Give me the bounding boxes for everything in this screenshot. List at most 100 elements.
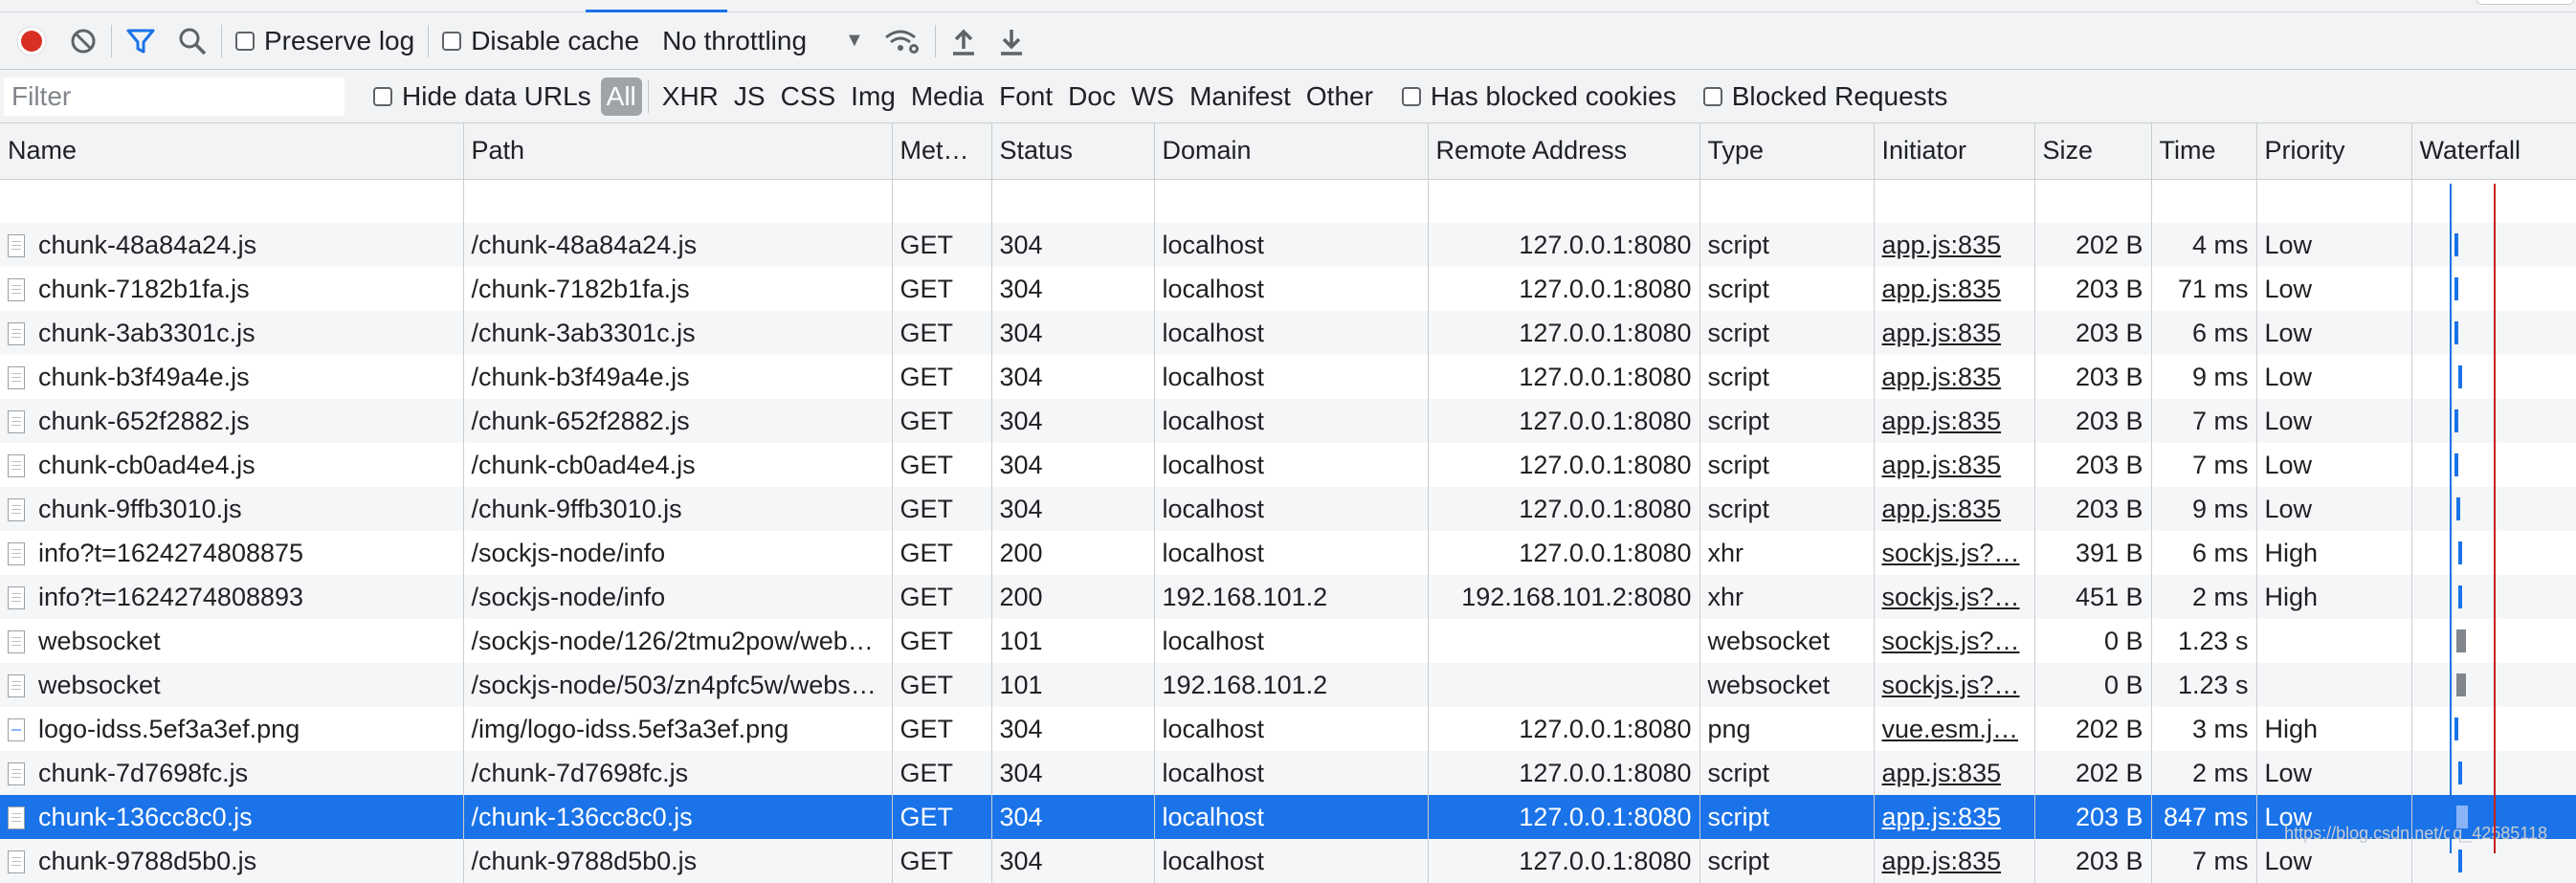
has-blocked-cookies-label: Has blocked cookies — [1431, 81, 1677, 112]
initiator-link[interactable]: app.js:835 — [1882, 759, 2002, 787]
column-header[interactable]: Path — [463, 123, 892, 179]
column-header[interactable]: Name — [0, 123, 463, 179]
initiator-link[interactable]: app.js:835 — [1882, 495, 2002, 523]
cell-name: chunk-b3f49a4e.js — [0, 355, 463, 399]
panel-tab-stub[interactable] — [2476, 0, 2574, 5]
initiator-link[interactable]: sockjs.js?… — [1882, 627, 2020, 655]
filter-bar: Hide data URLs All XHR JS CSS Img Media … — [0, 70, 2576, 123]
table-row[interactable]: chunk-cb0ad4e4.js/chunk-cb0ad4e4.jsGET30… — [0, 443, 2576, 487]
column-header[interactable]: Priority — [2256, 123, 2411, 179]
column-header[interactable]: Status — [991, 123, 1154, 179]
cell-type: script — [1699, 751, 1874, 795]
preserve-log-checkbox[interactable]: Preserve log — [235, 26, 414, 56]
table-row[interactable]: info?t=1624274808875/sockjs-node/infoGET… — [0, 531, 2576, 575]
column-header[interactable]: Type — [1699, 123, 1874, 179]
type-filter-ws[interactable]: WS — [1123, 81, 1182, 112]
network-toolbar: Preserve log Disable cache No throttling… — [0, 12, 2576, 70]
column-header[interactable]: Met… — [892, 123, 991, 179]
table-row[interactable]: info?t=1624274808893/sockjs-node/infoGET… — [0, 575, 2576, 619]
file-icon — [8, 674, 25, 697]
table-row[interactable]: logo-idss.5ef3a3ef.png/img/logo-idss.5ef… — [0, 707, 2576, 751]
type-filter-js[interactable]: JS — [726, 81, 773, 112]
type-filter-css[interactable]: CSS — [773, 81, 844, 112]
type-filter-all[interactable]: All — [601, 77, 642, 116]
throttling-select[interactable]: No throttling ▼ — [662, 26, 864, 56]
table-cell — [991, 179, 1154, 223]
initiator-link[interactable]: vue.esm.j… — [1882, 715, 2019, 743]
cell-time: 7 ms — [2151, 443, 2256, 487]
checkbox-box[interactable] — [373, 87, 392, 106]
initiator-link[interactable]: sockjs.js?… — [1882, 539, 2020, 567]
type-filter-img[interactable]: Img — [843, 81, 903, 112]
record-icon[interactable] — [15, 25, 48, 57]
table-row[interactable]: websocket/sockjs-node/503/zn4pfc5w/webs…… — [0, 663, 2576, 707]
cell-path: /chunk-3ab3301c.js — [463, 311, 892, 355]
table-row[interactable]: chunk-3ab3301c.js/chunk-3ab3301c.jsGET30… — [0, 311, 2576, 355]
cell-path: /chunk-136cc8c0.js — [463, 795, 892, 839]
checkbox-box[interactable] — [442, 32, 461, 51]
type-filter-xhr[interactable]: XHR — [655, 81, 726, 112]
initiator-link[interactable]: app.js:835 — [1882, 451, 2002, 479]
cell-initiator: app.js:835 — [1874, 267, 2034, 311]
search-icon[interactable] — [177, 26, 208, 56]
table-row[interactable]: chunk-136cc8c0.js/chunk-136cc8c0.jsGET30… — [0, 795, 2576, 839]
cell-initiator: sockjs.js?… — [1874, 575, 2034, 619]
initiator-link[interactable]: app.js:835 — [1882, 319, 2002, 347]
table-cell — [2151, 179, 2256, 223]
cell-type: script — [1699, 223, 1874, 267]
filter-icon[interactable] — [125, 26, 156, 56]
table-row[interactable]: chunk-9788d5b0.js/chunk-9788d5b0.jsGET30… — [0, 839, 2576, 883]
initiator-link[interactable]: sockjs.js?… — [1882, 583, 2020, 611]
initiator-link[interactable]: app.js:835 — [1882, 231, 2002, 259]
table-row[interactable]: chunk-7d7698fc.js/chunk-7d7698fc.jsGET30… — [0, 751, 2576, 795]
table-row[interactable]: chunk-b3f49a4e.js/chunk-b3f49a4e.jsGET30… — [0, 355, 2576, 399]
cell-size: 203 B — [2034, 311, 2151, 355]
cell-type: script — [1699, 311, 1874, 355]
table-row[interactable]: chunk-652f2882.js/chunk-652f2882.jsGET30… — [0, 399, 2576, 443]
column-header[interactable]: Domain — [1154, 123, 1428, 179]
type-filter-other[interactable]: Other — [1299, 81, 1381, 112]
column-header[interactable]: Initiator — [1874, 123, 2034, 179]
column-header[interactable]: Waterfall — [2411, 123, 2576, 179]
table-body: chunk-48a84a24.js/chunk-48a84a24.jsGET30… — [0, 179, 2576, 883]
checkbox-box[interactable] — [1402, 87, 1421, 106]
table-row[interactable]: chunk-48a84a24.js/chunk-48a84a24.jsGET30… — [0, 223, 2576, 267]
import-har-icon[interactable] — [949, 26, 978, 56]
checkbox-box[interactable] — [1703, 87, 1722, 106]
type-filter-media[interactable]: Media — [903, 81, 991, 112]
initiator-link[interactable]: app.js:835 — [1882, 803, 2002, 831]
cell-size: 202 B — [2034, 751, 2151, 795]
initiator-link[interactable]: app.js:835 — [1882, 847, 2002, 875]
cell-method: GET — [892, 575, 991, 619]
table-row[interactable]: chunk-7182b1fa.js/chunk-7182b1fa.jsGET30… — [0, 267, 2576, 311]
cell-domain: localhost — [1154, 707, 1428, 751]
cell-remote — [1428, 619, 1699, 663]
blocked-requests-checkbox[interactable]: Blocked Requests — [1703, 81, 1948, 112]
table-row[interactable]: websocket/sockjs-node/126/2tmu2pow/web…G… — [0, 619, 2576, 663]
type-filter-font[interactable]: Font — [991, 81, 1060, 112]
table-cell — [0, 179, 463, 223]
column-header[interactable]: Remote Address — [1428, 123, 1699, 179]
initiator-link[interactable]: app.js:835 — [1882, 275, 2002, 303]
network-conditions-icon[interactable] — [883, 26, 922, 56]
table-row[interactable]: chunk-9ffb3010.js/chunk-9ffb3010.jsGET30… — [0, 487, 2576, 531]
initiator-link[interactable]: sockjs.js?… — [1882, 671, 2020, 699]
filter-input[interactable] — [4, 77, 344, 116]
cell-initiator: app.js:835 — [1874, 399, 2034, 443]
export-har-icon[interactable] — [997, 26, 1026, 56]
cell-path: /chunk-48a84a24.js — [463, 223, 892, 267]
clear-icon[interactable] — [69, 27, 98, 55]
column-header[interactable]: Time — [2151, 123, 2256, 179]
type-filter-doc[interactable]: Doc — [1060, 81, 1123, 112]
checkbox-box[interactable] — [235, 32, 255, 51]
initiator-link[interactable]: app.js:835 — [1882, 363, 2002, 391]
cell-path: /sockjs-node/info — [463, 575, 892, 619]
waterfall-bar — [2456, 497, 2460, 520]
type-filter-manifest[interactable]: Manifest — [1182, 81, 1299, 112]
initiator-link[interactable]: app.js:835 — [1882, 407, 2002, 435]
hide-data-urls-checkbox[interactable]: Hide data URLs — [373, 81, 591, 112]
column-header[interactable]: Size — [2034, 123, 2151, 179]
cell-method: GET — [892, 267, 991, 311]
has-blocked-cookies-checkbox[interactable]: Has blocked cookies — [1402, 81, 1677, 112]
disable-cache-checkbox[interactable]: Disable cache — [442, 26, 639, 56]
